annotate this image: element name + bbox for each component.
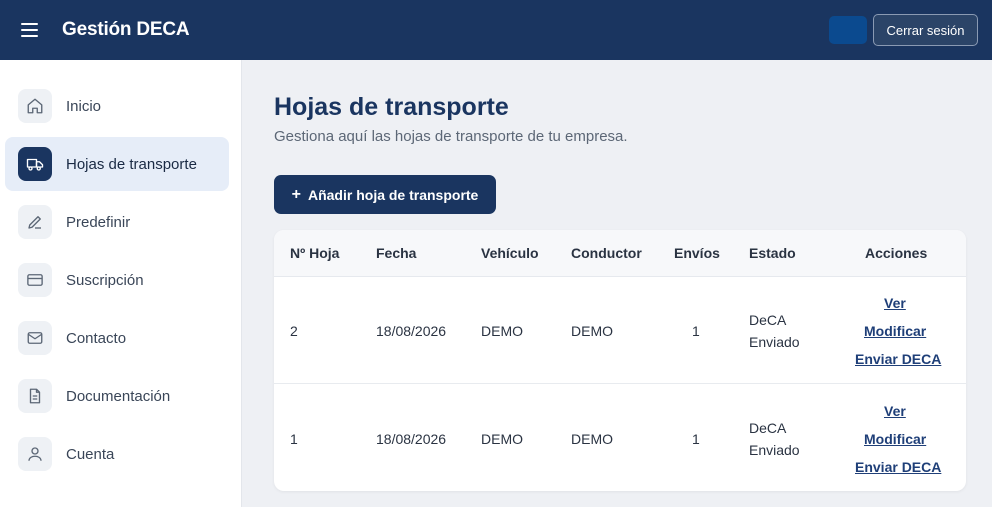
- hamburger-menu-icon[interactable]: [18, 18, 42, 42]
- cell-envios: 1: [692, 323, 700, 339]
- credit-card-icon: [18, 263, 52, 297]
- cell-estado: DeCA Enviado: [749, 417, 800, 461]
- plus-icon: +: [291, 185, 301, 203]
- modify-link[interactable]: Modificar: [864, 431, 926, 447]
- view-link[interactable]: Ver: [884, 403, 906, 419]
- table-row: 1 18/08/2026 DEMO DEMO 1 DeCA Enviado Ve…: [274, 385, 966, 491]
- sidebar-item-inicio[interactable]: Inicio: [5, 79, 229, 133]
- cell-vehiculo: DEMO: [481, 431, 523, 447]
- home-icon: [18, 89, 52, 123]
- sidebar-item-hojas-de-transporte[interactable]: Hojas de transporte: [5, 137, 229, 191]
- sidebar-item-contacto[interactable]: Contacto: [5, 311, 229, 365]
- add-transport-sheet-button[interactable]: + Añadir hoja de transporte: [274, 175, 496, 214]
- logout-button[interactable]: Cerrar sesión: [873, 14, 978, 46]
- top-bar: Gestión DECA Cerrar sesión: [0, 0, 992, 60]
- estado-line: Enviado: [749, 442, 800, 458]
- column-header-vehiculo: Vehículo: [481, 245, 539, 261]
- table-header: Nº Hoja Fecha Vehículo Conductor Envíos …: [274, 230, 966, 277]
- column-header-numero: Nº Hoja: [290, 245, 340, 261]
- sidebar-item-documentacion[interactable]: Documentación: [5, 369, 229, 423]
- send-deca-link[interactable]: Enviar DECA: [855, 351, 941, 367]
- sidebar: Inicio Hojas de transporte Predefinir Su…: [0, 60, 242, 507]
- sidebar-item-cuenta[interactable]: Cuenta: [5, 427, 229, 481]
- sidebar-item-label: Predefinir: [66, 213, 131, 231]
- sidebar-item-label: Cuenta: [66, 445, 115, 463]
- cell-numero: 2: [290, 323, 298, 339]
- estado-line: Enviado: [749, 334, 800, 350]
- page-title: Hojas de transporte: [274, 93, 509, 121]
- user-avatar[interactable]: [829, 16, 867, 44]
- cell-conductor: DEMO: [571, 431, 613, 447]
- cell-estado: DeCA Enviado: [749, 309, 800, 353]
- cell-numero: 1: [290, 431, 298, 447]
- column-header-acciones: Acciones: [865, 245, 928, 261]
- column-header-conductor: Conductor: [571, 245, 642, 261]
- mail-icon: [18, 321, 52, 355]
- estado-line: DeCA: [749, 312, 787, 328]
- cell-fecha: 18/08/2026: [376, 323, 447, 339]
- sidebar-item-label: Contacto: [66, 329, 127, 347]
- sidebar-item-suscripcion[interactable]: Suscripción: [5, 253, 229, 307]
- estado-line: DeCA: [749, 420, 787, 436]
- user-icon: [18, 437, 52, 471]
- truck-icon: [18, 147, 52, 181]
- cell-vehiculo: DEMO: [481, 323, 523, 339]
- cell-envios: 1: [692, 431, 700, 447]
- sidebar-item-predefinir[interactable]: Predefinir: [5, 195, 229, 249]
- main-content: Hojas de transporte Gestiona aquí las ho…: [242, 60, 992, 507]
- app-title: Gestión DECA: [62, 19, 190, 40]
- sidebar-item-label: Hojas de transporte: [66, 155, 197, 173]
- column-header-fecha: Fecha: [376, 245, 417, 261]
- table-row: 2 18/08/2026 DEMO DEMO 1 DeCA Enviado Ve…: [274, 277, 966, 384]
- view-link[interactable]: Ver: [884, 295, 906, 311]
- page-subtitle: Gestiona aquí las hojas de transporte de…: [274, 128, 628, 145]
- sidebar-item-label: Documentación: [66, 387, 171, 405]
- column-header-estado: Estado: [749, 245, 796, 261]
- send-deca-link[interactable]: Enviar DECA: [855, 459, 941, 475]
- cell-conductor: DEMO: [571, 323, 613, 339]
- modify-link[interactable]: Modificar: [864, 323, 926, 339]
- transport-sheets-table: Nº Hoja Fecha Vehículo Conductor Envíos …: [274, 230, 966, 491]
- document-icon: [18, 379, 52, 413]
- pencil-icon: [18, 205, 52, 239]
- sidebar-item-label: Suscripción: [66, 271, 144, 289]
- cell-fecha: 18/08/2026: [376, 431, 447, 447]
- sidebar-item-label: Inicio: [66, 97, 102, 115]
- add-button-label: Añadir hoja de transporte: [307, 186, 479, 203]
- column-header-envios: Envíos: [674, 245, 720, 261]
